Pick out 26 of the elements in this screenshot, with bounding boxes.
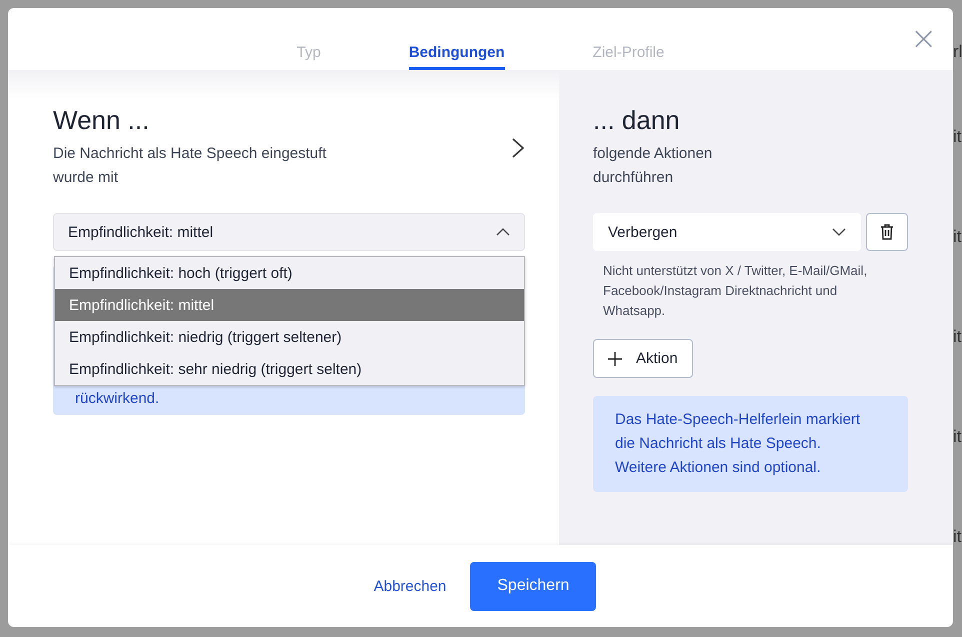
dropdown-option[interactable]: Empfindlichkeit: niedrig (triggert seltener) [55, 321, 524, 353]
cancel-link[interactable]: Abbrechen [368, 576, 452, 596]
section-title: Wenn ... [53, 105, 150, 136]
background-text: it [953, 326, 962, 348]
support-note: Nicht unterstützt von X / Twitter, E-Mail/GMail, Facebook/Instagram Direktnachricht und Whatsapp. [602, 262, 868, 320]
background-text: it [953, 526, 962, 548]
section-description: Die Nachricht als Hate Speech eingestuft wurde mit [53, 144, 328, 188]
dropdown-option[interactable]: Empfindlichkeit: mittel [55, 289, 524, 321]
add-action-button[interactable]: Aktion [593, 339, 693, 378]
background-text: it [953, 126, 962, 148]
trash-icon [880, 224, 894, 240]
save-button[interactable]: Speichern [470, 562, 596, 610]
caret-icon [832, 228, 846, 236]
info-message: Das Hate-Speech-Helferlein markiert die Nachricht als Hate Speech. Weitere Aktionen sind optional. [593, 396, 908, 492]
delete-button[interactable] [866, 213, 908, 251]
background-text: it [953, 226, 962, 248]
section-description: folgende Aktionen durchführen [593, 144, 714, 188]
background-text: rl [953, 41, 962, 63]
sensitivity-dropdown[interactable]: Empfindlichkeit: mittel [53, 213, 525, 251]
dropdown-option[interactable]: Empfindlichkeit: sehr niedrig (triggert selten) [55, 353, 524, 385]
chevron-right-icon[interactable] [511, 136, 525, 158]
plus-icon [608, 352, 622, 366]
caret-icon [496, 228, 510, 236]
section-title: ... dann [593, 105, 681, 136]
action-dropdown[interactable]: Verbergen [593, 213, 861, 251]
background-text: it [953, 426, 962, 448]
